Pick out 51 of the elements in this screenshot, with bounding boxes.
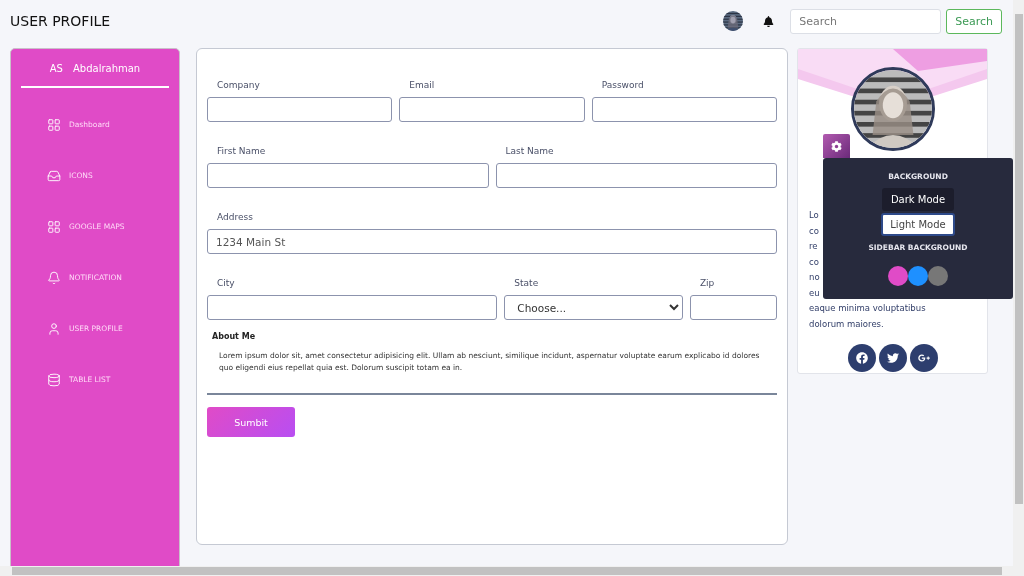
search-field[interactable]: Search	[790, 8, 942, 34]
input-field[interactable]	[689, 295, 777, 320]
bio-text: eaque minima voluptatibus	[809, 302, 926, 315]
field-label: State	[513, 277, 540, 290]
input-field[interactable]	[207, 97, 393, 122]
bio-text: eu	[809, 286, 820, 300]
bell-icon[interactable]	[763, 15, 775, 27]
search-button[interactable]: Search	[946, 8, 1002, 34]
google-plus-icon[interactable]	[909, 344, 938, 372]
field-label: Password	[600, 79, 645, 92]
bio-text: co	[809, 255, 819, 269]
field-label: Last Name	[504, 145, 555, 158]
state-select[interactable]: Choose...	[504, 295, 683, 320]
input-field[interactable]	[495, 163, 777, 188]
page-title: USER PROFILE	[10, 13, 112, 29]
user-icon	[47, 321, 61, 336]
user-initials: AS	[49, 63, 63, 74]
color-swatch[interactable]	[928, 266, 948, 286]
color-swatch[interactable]	[908, 266, 928, 286]
bio-text: re	[809, 240, 818, 253]
field-label: Zip	[698, 277, 716, 290]
bio-text: Lo	[809, 209, 819, 222]
input-field[interactable]	[399, 97, 585, 122]
tray-icon	[47, 168, 61, 183]
horizontal-scrollbar[interactable]	[0, 566, 1024, 576]
input-field[interactable]	[207, 295, 498, 320]
grid-icon	[47, 219, 61, 234]
facebook-icon[interactable]	[847, 344, 876, 372]
input-field[interactable]	[591, 97, 777, 122]
database-icon	[47, 372, 61, 387]
user-name[interactable]: Abdalrahman	[73, 63, 141, 74]
submit-button[interactable]: Sumbit	[207, 407, 295, 437]
twitter-icon[interactable]	[878, 344, 907, 372]
field-label: City	[216, 277, 236, 290]
mode-button[interactable]: Dark Mode	[881, 188, 955, 211]
bio-text: no	[809, 271, 820, 284]
vertical-scrollbar[interactable]	[1013, 0, 1024, 566]
field-label: First Name	[216, 145, 267, 158]
field-label: Address	[216, 211, 254, 224]
color-swatch[interactable]	[888, 266, 908, 286]
field-label: Company	[216, 79, 261, 92]
bio-text: co	[809, 224, 819, 238]
about-label: About Me	[211, 332, 257, 341]
bell-icon	[47, 270, 61, 285]
bio-text: dolorum maiores.	[809, 317, 884, 331]
input-field[interactable]: 1234 Main St	[207, 229, 777, 254]
mode-button[interactable]: Light Mode	[881, 213, 955, 236]
grid-icon	[47, 117, 61, 132]
input-field[interactable]	[207, 163, 489, 188]
field-label: Email	[408, 79, 436, 92]
settings-icon[interactable]	[823, 134, 850, 158]
